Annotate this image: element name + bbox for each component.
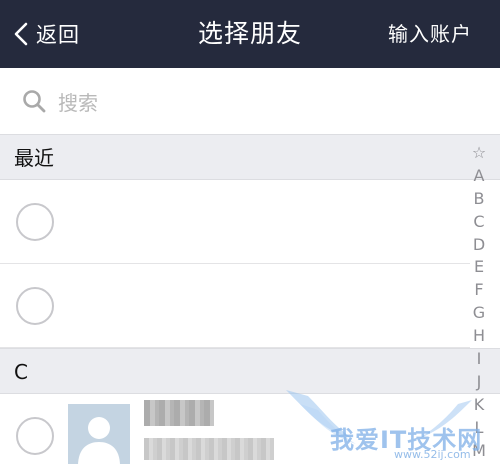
search-bar[interactable]: 搜索 [0, 68, 500, 134]
index-c[interactable]: C [468, 211, 490, 234]
select-radio[interactable] [16, 203, 54, 241]
index-h[interactable]: H [468, 325, 490, 348]
contact-subtitle-blurred [144, 438, 274, 460]
index-l[interactable]: L [468, 417, 490, 440]
search-placeholder: 搜索 [58, 90, 98, 115]
index-d[interactable]: D [468, 234, 490, 257]
avatar [68, 404, 130, 464]
default-avatar-icon [78, 417, 120, 464]
list-item[interactable] [0, 180, 470, 264]
contact-row[interactable] [0, 394, 470, 464]
section-header-c: C [0, 348, 500, 394]
index-g[interactable]: G [468, 302, 490, 325]
index-k[interactable]: K [468, 394, 490, 417]
index-f[interactable]: F [468, 279, 490, 302]
search-icon [0, 89, 46, 113]
enter-account-button[interactable]: 输入账户 [388, 0, 472, 68]
index-b[interactable]: B [468, 188, 490, 211]
index-m[interactable]: M [468, 440, 490, 463]
list-item[interactable] [0, 264, 470, 348]
index-j[interactable]: J [468, 371, 490, 394]
section-label: C [14, 360, 28, 384]
index-a[interactable]: A [468, 165, 490, 188]
index-e[interactable]: E [468, 256, 490, 279]
index-i[interactable]: I [468, 348, 490, 371]
nav-bar: 返回 选择朋友 输入账户 [0, 0, 500, 68]
index-star[interactable]: ☆ [468, 142, 490, 165]
section-label: 最近 [14, 146, 54, 170]
section-header-recent: 最近 [0, 134, 500, 180]
select-radio[interactable] [16, 417, 54, 455]
select-radio[interactable] [16, 287, 54, 325]
alphabet-index[interactable]: ☆ A B C D E F G H I J K L M [468, 142, 490, 462]
contact-name-blurred [144, 400, 214, 426]
